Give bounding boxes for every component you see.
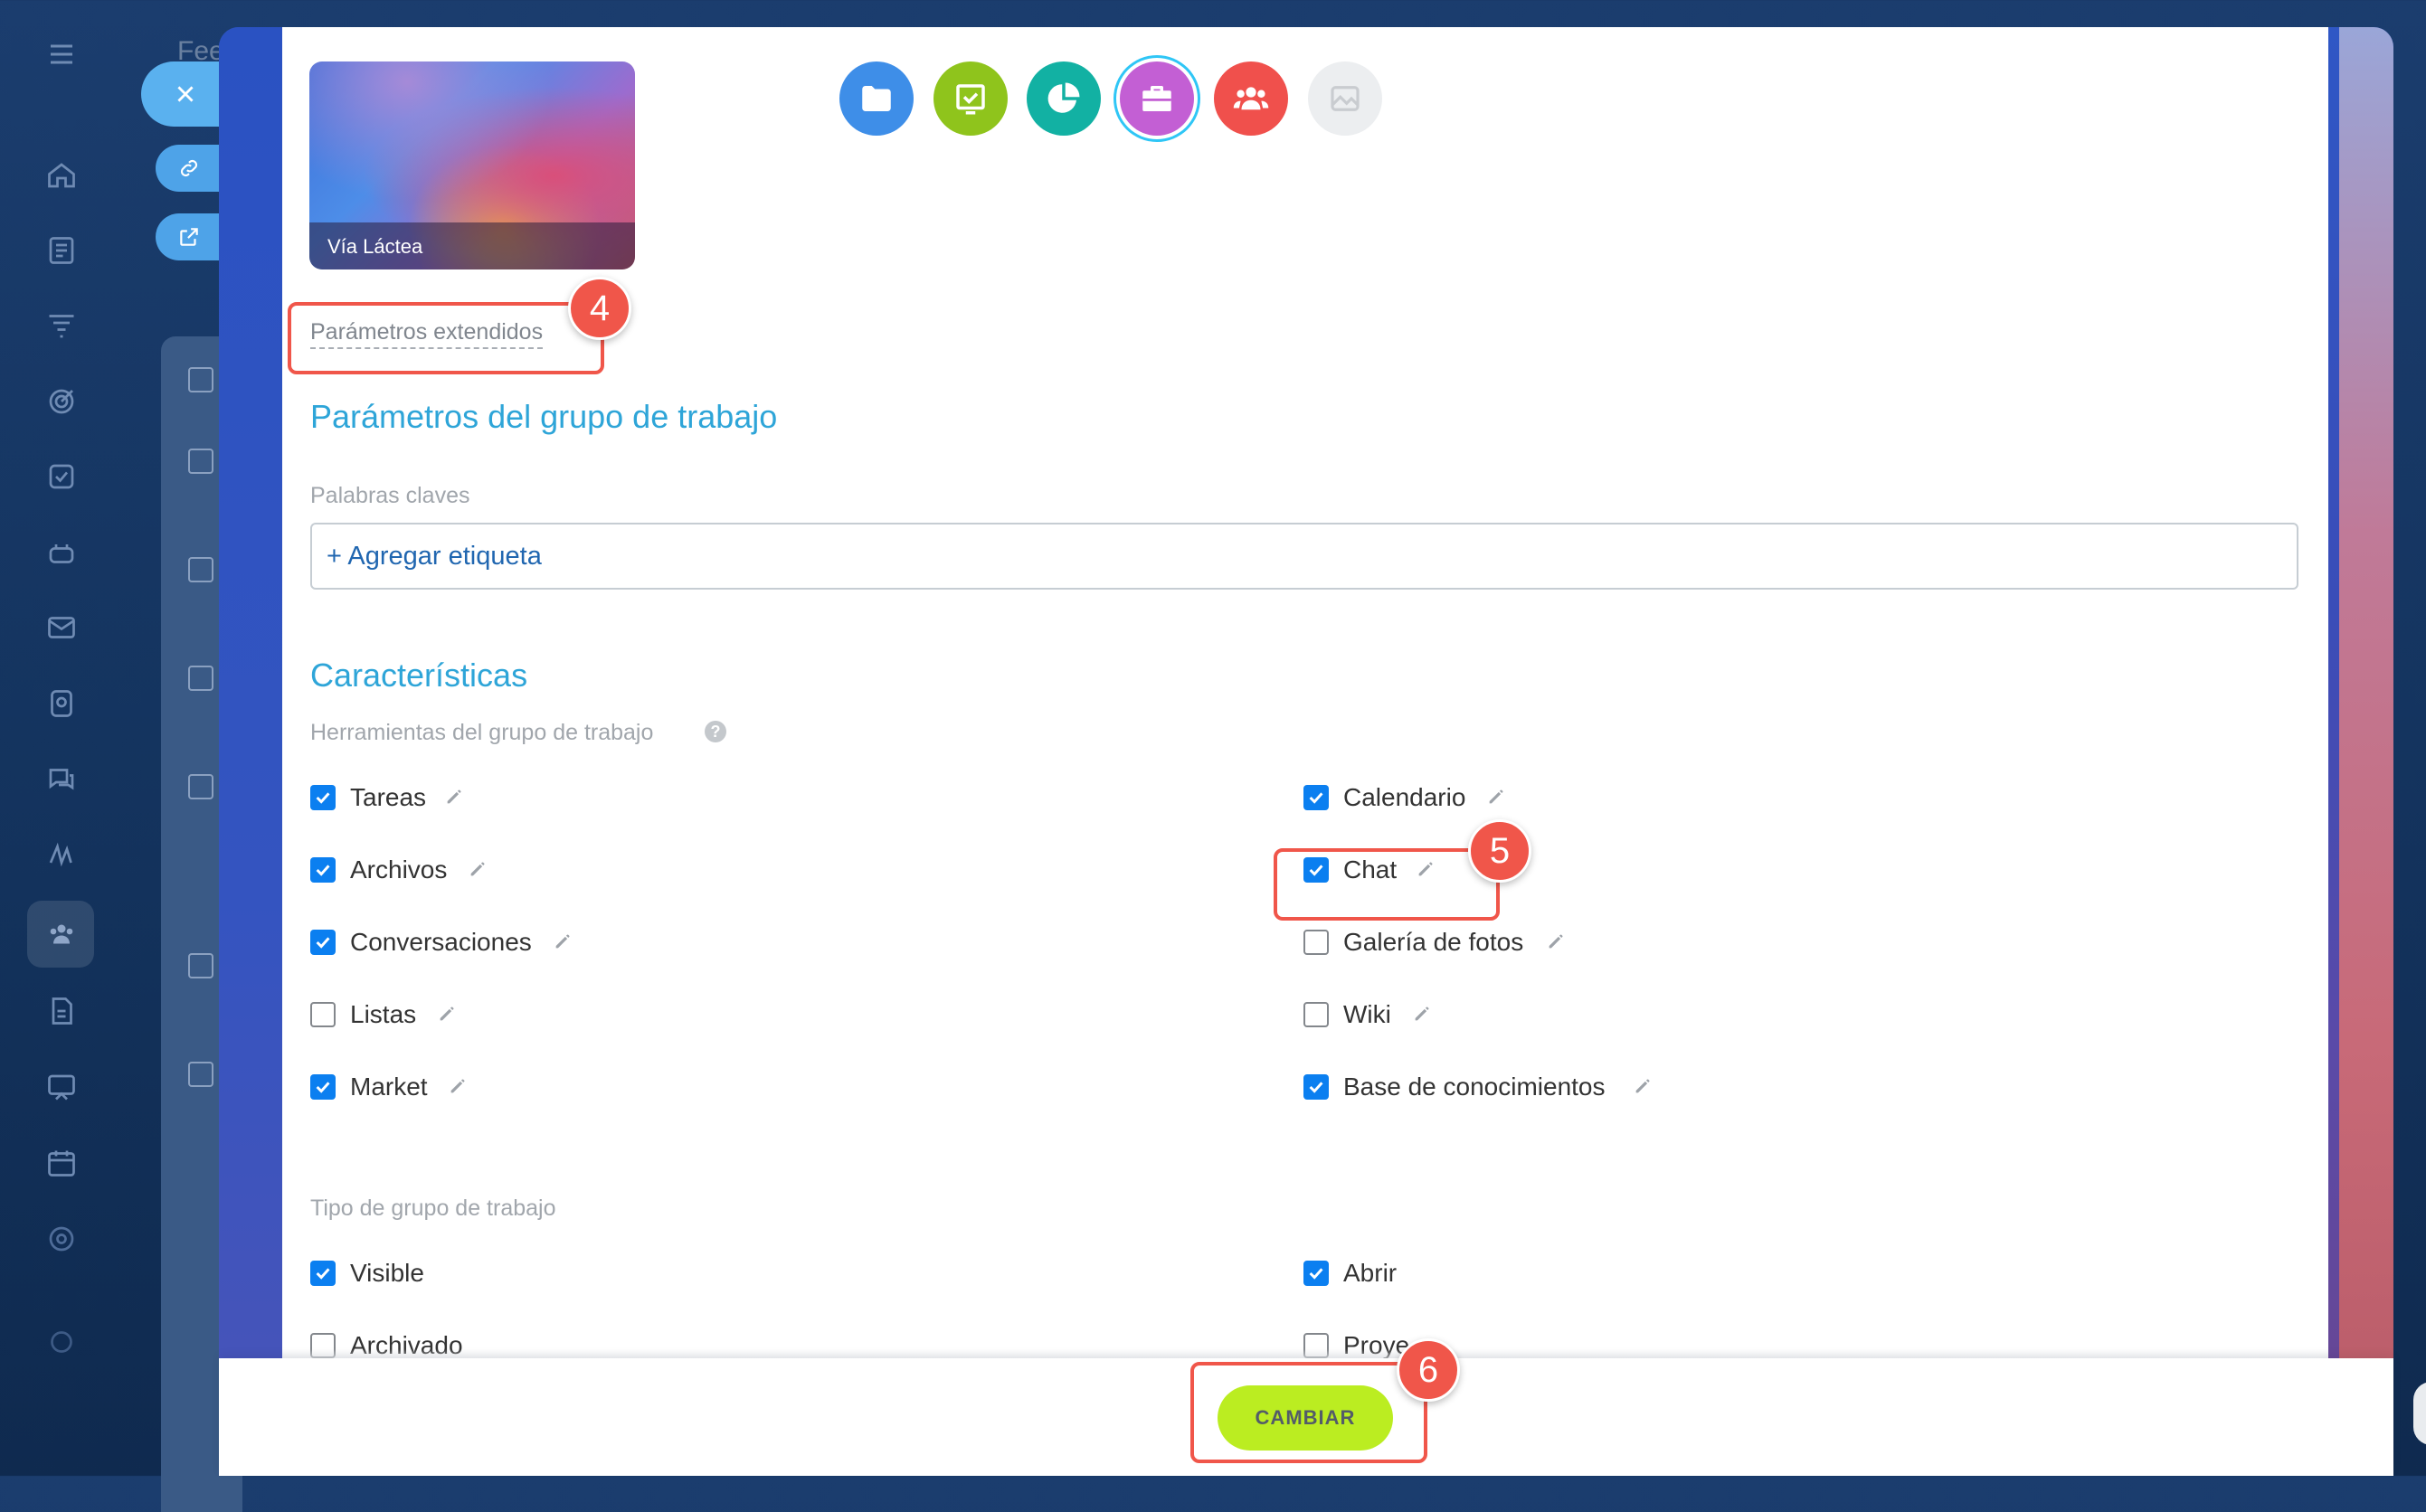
group-type-image[interactable] <box>1308 61 1382 136</box>
group-type-board[interactable] <box>933 61 1008 136</box>
background-checkbox <box>188 557 213 582</box>
group-type-briefcase[interactable] <box>1120 61 1194 136</box>
edit-calendario-pencil-icon[interactable] <box>1486 787 1506 807</box>
background-checkbox <box>188 774 213 799</box>
folder-icon <box>862 86 891 111</box>
news-icon[interactable] <box>40 229 83 272</box>
edit-market-pencil-icon[interactable] <box>448 1076 468 1096</box>
tareas-checkbox[interactable] <box>310 785 336 810</box>
tools-label: Herramientas del grupo de trabajo <box>310 720 654 745</box>
edit-galeria-de-fotos-pencil-icon[interactable] <box>1546 931 1566 951</box>
group-type-folder[interactable] <box>839 61 914 136</box>
background-checkbox <box>188 367 213 392</box>
tasks-icon[interactable] <box>40 455 83 498</box>
checkmark-icon <box>316 1082 330 1093</box>
checkmark-icon <box>316 1268 330 1280</box>
annotation-number-6: 6 <box>1397 1338 1460 1402</box>
galeria-de-fotos-label: Galería de fotos <box>1343 928 1524 956</box>
group-type-label: Tipo de grupo de trabajo <box>310 1195 556 1221</box>
archivos-label: Archivos <box>350 855 448 884</box>
annotation-box-5 <box>1274 848 1500 921</box>
edit-conversaciones-pencil-icon[interactable] <box>553 931 573 951</box>
workgroup-params-title: Parámetros del grupo de trabajo <box>310 398 778 435</box>
briefcase-icon <box>1142 86 1171 111</box>
background-checkbox <box>188 666 213 691</box>
more-icon[interactable] <box>40 1320 83 1364</box>
conversaciones-checkbox[interactable] <box>310 930 336 955</box>
group-type-chart[interactable] <box>1027 61 1101 136</box>
background-checkbox <box>188 953 213 978</box>
features-title: Características <box>310 657 528 694</box>
market-label: Market <box>350 1073 428 1101</box>
galeria-de-fotos-checkbox[interactable] <box>1303 930 1329 955</box>
checkmark-icon <box>316 792 330 804</box>
keywords-label: Palabras claves <box>310 483 470 508</box>
annotation-box-4 <box>288 302 604 374</box>
group-type-people[interactable] <box>1214 61 1288 136</box>
slider-left-edge <box>219 27 282 1476</box>
funnel-icon[interactable] <box>40 304 83 347</box>
calendario-label: Calendario <box>1343 783 1466 811</box>
presentation-icon[interactable] <box>40 1065 83 1109</box>
keywords-input[interactable]: + Agregar etiqueta <box>310 523 2298 590</box>
theme-label: Vía Láctea <box>327 235 423 258</box>
target-icon[interactable] <box>40 380 83 423</box>
signature-icon[interactable] <box>40 833 83 876</box>
annotation-number-4: 4 <box>568 277 631 340</box>
settings-icon[interactable] <box>40 1217 83 1261</box>
slider-right-edge <box>2339 27 2393 1476</box>
base-de-conocimientos-label: Base de conocimientos <box>1343 1073 1606 1101</box>
edit-tareas-pencil-icon[interactable] <box>444 787 464 807</box>
people-icon <box>1233 87 1269 110</box>
base-de-conocimientos-checkbox[interactable] <box>1303 1074 1329 1100</box>
link-icon <box>180 159 198 177</box>
market-checkbox[interactable] <box>310 1074 336 1100</box>
mail-icon[interactable] <box>40 606 83 649</box>
help-icon[interactable]: ? <box>705 721 726 742</box>
checkmark-icon <box>1309 1268 1323 1280</box>
document-icon[interactable] <box>40 989 83 1033</box>
workgroups-icon[interactable] <box>40 912 83 956</box>
external-link-icon <box>180 228 198 246</box>
edit-base-de-conocimientos-pencil-icon[interactable] <box>1633 1076 1653 1096</box>
chat-icon[interactable] <box>40 758 83 801</box>
calendario-checkbox[interactable] <box>1303 785 1329 810</box>
checkmark-icon <box>1309 1082 1323 1093</box>
theme-preview[interactable]: Vía Láctea <box>309 61 635 269</box>
pie-chart-icon <box>1047 82 1080 113</box>
wiki-checkbox[interactable] <box>1303 1002 1329 1027</box>
listas-label: Listas <box>350 1000 417 1028</box>
wiki-label: Wiki <box>1343 1000 1391 1028</box>
add-tag-link[interactable]: + Agregar etiqueta <box>327 542 542 572</box>
contact-center-icon[interactable] <box>40 682 83 725</box>
checkmark-icon <box>1309 792 1323 804</box>
background-checkbox <box>188 1062 213 1087</box>
edit-wiki-pencil-icon[interactable] <box>1412 1004 1432 1024</box>
tareas-label: Tareas <box>350 783 427 811</box>
edit-listas-pencil-icon[interactable] <box>437 1004 457 1024</box>
edit-archivos-pencil-icon[interactable] <box>468 859 488 879</box>
image-icon <box>1331 86 1360 111</box>
close-icon <box>177 86 194 102</box>
left-navigation <box>0 0 127 1476</box>
visible-checkbox[interactable] <box>310 1261 336 1286</box>
home-icon[interactable] <box>40 154 83 197</box>
board-check-icon <box>956 84 985 115</box>
annotation-number-5: 5 <box>1468 819 1531 883</box>
open-label: Abrir <box>1343 1259 1398 1287</box>
background-checkbox <box>188 449 213 474</box>
annotation-box-6 <box>1190 1362 1427 1463</box>
conversaciones-label: Conversaciones <box>350 928 532 956</box>
listas-checkbox[interactable] <box>310 1002 336 1027</box>
checkmark-icon <box>316 865 330 876</box>
checkmark-icon <box>316 937 330 949</box>
visible-label: Visible <box>350 1259 424 1287</box>
open-checkbox[interactable] <box>1303 1261 1329 1286</box>
archivos-checkbox[interactable] <box>310 857 336 883</box>
calendar-icon[interactable] <box>40 1141 83 1185</box>
robot-icon[interactable] <box>40 531 83 574</box>
right-scroll-knob[interactable] <box>2413 1382 2426 1445</box>
menu-icon[interactable] <box>40 33 83 76</box>
